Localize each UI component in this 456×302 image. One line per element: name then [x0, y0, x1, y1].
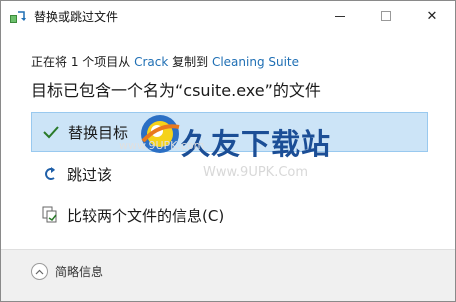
- minimize-button[interactable]: [317, 1, 363, 31]
- window-title: 替换或跳过文件: [34, 10, 119, 24]
- close-button[interactable]: ✕: [409, 1, 455, 31]
- replace-or-skip-dialog: 替换或跳过文件 ✕ 正在将 1 个项目从 Crack 复制到 Cleaning …: [0, 0, 456, 302]
- chevron-up-icon: [31, 263, 48, 280]
- fewer-details-label: 简略信息: [55, 265, 104, 279]
- close-icon: ✕: [426, 8, 438, 24]
- title-bar[interactable]: 替换或跳过文件 ✕: [1, 1, 455, 31]
- compare-files-option[interactable]: 比较两个文件的信息(C): [31, 195, 428, 235]
- skip-arrow-icon: [41, 165, 59, 183]
- maximize-button[interactable]: [363, 1, 409, 31]
- skip-option-label: 跳过该: [67, 165, 113, 184]
- dialog-footer: 简略信息: [1, 249, 455, 301]
- maximize-icon: [381, 11, 391, 21]
- copy-progress-text: 正在将 1 个项目从 Crack 复制到 Cleaning Suite: [31, 53, 299, 70]
- conflict-headline: 目标已包含一个名为“csuite.exe”的文件: [31, 81, 321, 100]
- compare-files-icon: [41, 206, 59, 224]
- fewer-details-button[interactable]: 简略信息: [31, 263, 103, 280]
- replace-option-label: 替换目标: [68, 123, 129, 142]
- progress-prefix: 正在将 1 个项目从: [31, 55, 135, 69]
- destination-folder-link[interactable]: Cleaning Suite: [212, 55, 299, 69]
- source-folder-link[interactable]: Crack: [134, 55, 168, 69]
- skip-file-option[interactable]: 跳过该: [31, 154, 428, 194]
- minimize-icon: [335, 15, 345, 17]
- file-copy-icon: [10, 9, 26, 23]
- checkmark-icon: [42, 123, 60, 141]
- progress-middle: 复制到: [168, 55, 212, 69]
- compare-option-label: 比较两个文件的信息(C): [67, 206, 225, 225]
- replace-file-option[interactable]: 替换目标: [31, 112, 428, 152]
